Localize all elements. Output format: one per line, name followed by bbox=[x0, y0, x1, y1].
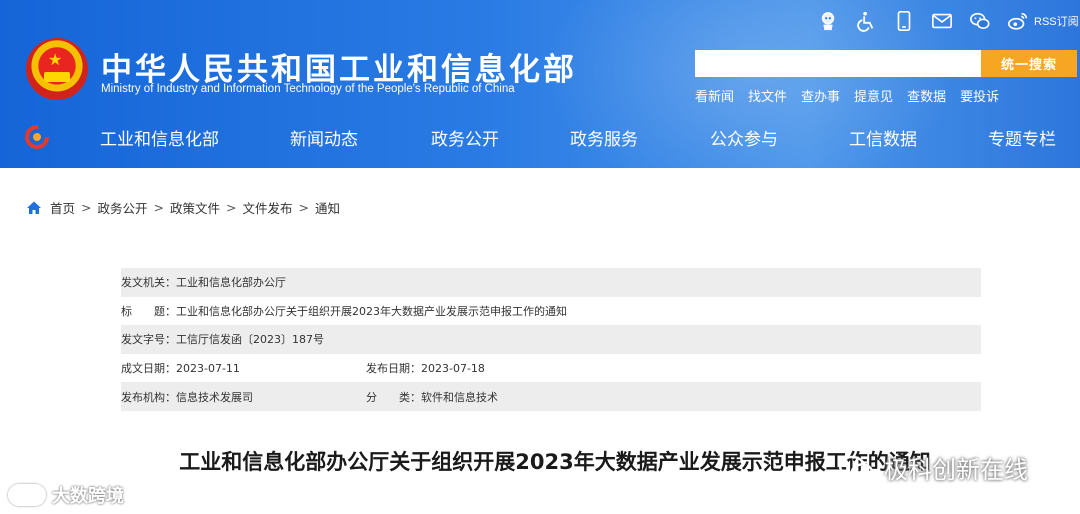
document-info-table: 发文机关： 工业和信息化部办公厅 标 题： 工业和信息化部办公厅关于组织开展20… bbox=[121, 268, 981, 411]
watermark-right-text: 极科创新在线 bbox=[884, 456, 1028, 484]
breadcrumb-gov-affairs[interactable]: 政务公开 bbox=[98, 198, 148, 217]
nav-item-topics[interactable]: 专题专栏 bbox=[988, 125, 1056, 150]
top-utility-icons: RSS订阅 bbox=[816, 9, 1079, 33]
title-label: 标 题： bbox=[121, 304, 176, 318]
accessibility-icon[interactable] bbox=[854, 9, 878, 33]
mobile-icon[interactable] bbox=[892, 9, 916, 33]
issuer-label: 发文机关： bbox=[121, 276, 176, 290]
watermark-logo-icon bbox=[8, 484, 46, 506]
site-header: ★ 中华人民共和国工业和信息化部 Ministry of Industry an… bbox=[0, 0, 1080, 168]
breadcrumb-file-release[interactable]: 文件发布 bbox=[243, 198, 293, 217]
nav-item-gov-services[interactable]: 政务服务 bbox=[570, 125, 638, 150]
main-nav: 工业和信息化部 新闻动态 政务公开 政务服务 公众参与 工信数据 专题专栏 bbox=[0, 118, 1080, 158]
ministry-logo-icon[interactable] bbox=[24, 124, 50, 150]
published-date-label: 发布日期： bbox=[366, 362, 421, 376]
info-row-issuer: 发文机关： 工业和信息化部办公厅 bbox=[121, 268, 981, 297]
breadcrumb-separator: > bbox=[298, 200, 309, 215]
watermark-left-text: 大数跨境 bbox=[52, 486, 124, 507]
breadcrumb-separator: > bbox=[153, 200, 164, 215]
category-label: 分 类： bbox=[366, 390, 421, 404]
published-date-value: 2023-07-18 bbox=[421, 361, 485, 375]
quick-link-news[interactable]: 看新闻 bbox=[695, 86, 734, 105]
quick-link-files[interactable]: 找文件 bbox=[748, 86, 787, 105]
home-icon bbox=[27, 201, 41, 214]
quick-link-data[interactable]: 查数据 bbox=[907, 86, 946, 105]
watermark-left: 大数跨境 bbox=[8, 482, 124, 508]
rss-link[interactable]: RSS订阅 bbox=[1034, 13, 1079, 29]
wechat-watermark-icon bbox=[838, 455, 874, 481]
nav-item-ministry[interactable]: 工业和信息化部 bbox=[100, 125, 219, 150]
breadcrumb-separator: > bbox=[226, 200, 237, 215]
org-label: 发布机构： bbox=[121, 390, 176, 404]
weibo-icon[interactable] bbox=[1006, 9, 1030, 33]
mail-icon[interactable] bbox=[930, 9, 954, 33]
doc-no-label: 发文字号： bbox=[121, 333, 176, 347]
breadcrumb-home[interactable]: 首页 bbox=[50, 198, 75, 217]
quick-links: 看新闻 找文件 查办事 提意见 查数据 要投诉 bbox=[695, 86, 1013, 105]
category-value: 软件和信息技术 bbox=[421, 390, 498, 404]
breadcrumb: 首页 > 政务公开 > 政策文件 > 文件发布 > 通知 bbox=[26, 198, 340, 217]
nav-item-news[interactable]: 新闻动态 bbox=[290, 125, 358, 150]
org-value: 信息技术发展司 bbox=[176, 390, 253, 404]
national-emblem-logo: ★ bbox=[26, 38, 88, 100]
wechat-icon[interactable] bbox=[968, 9, 992, 33]
search-button[interactable]: 统一搜索 bbox=[981, 50, 1077, 77]
search-input[interactable] bbox=[695, 50, 981, 77]
quick-link-services[interactable]: 查办事 bbox=[801, 86, 840, 105]
nav-item-data[interactable]: 工信数据 bbox=[849, 125, 917, 150]
info-row-title: 标 题： 工业和信息化部办公厅关于组织开展2023年大数据产业发展示范申报工作的… bbox=[121, 297, 981, 326]
star-icon: ★ bbox=[48, 50, 63, 69]
breadcrumb-separator: > bbox=[81, 200, 92, 215]
gate-shape bbox=[44, 72, 70, 82]
created-date-label: 成文日期： bbox=[121, 362, 176, 376]
site-subtitle: Ministry of Industry and Information Tec… bbox=[101, 83, 515, 95]
created-date-value: 2023-07-11 bbox=[176, 361, 240, 375]
title-value: 工业和信息化部办公厅关于组织开展2023年大数据产业发展示范申报工作的通知 bbox=[176, 304, 567, 318]
info-row-org: 发布机构： 信息技术发展司 分 类： 软件和信息技术 bbox=[121, 382, 981, 411]
info-row-dates: 成文日期： 2023-07-11 发布日期： 2023-07-18 bbox=[121, 354, 981, 383]
issuer-value: 工业和信息化部办公厅 bbox=[176, 276, 286, 290]
breadcrumb-notice[interactable]: 通知 bbox=[315, 198, 340, 217]
watermark-right: 极科创新在线 bbox=[838, 450, 1028, 485]
quick-link-feedback[interactable]: 提意见 bbox=[854, 86, 893, 105]
quick-link-complaint[interactable]: 要投诉 bbox=[960, 86, 999, 105]
nav-item-gov-affairs[interactable]: 政务公开 bbox=[431, 125, 499, 150]
nav-item-participation[interactable]: 公众参与 bbox=[710, 125, 778, 150]
robot-icon[interactable] bbox=[816, 9, 840, 33]
breadcrumb-policy-files[interactable]: 政策文件 bbox=[170, 198, 220, 217]
doc-no-value: 工信厅信发函〔2023〕187号 bbox=[176, 333, 324, 347]
info-row-doc-no: 发文字号： 工信厅信发函〔2023〕187号 bbox=[121, 325, 981, 354]
